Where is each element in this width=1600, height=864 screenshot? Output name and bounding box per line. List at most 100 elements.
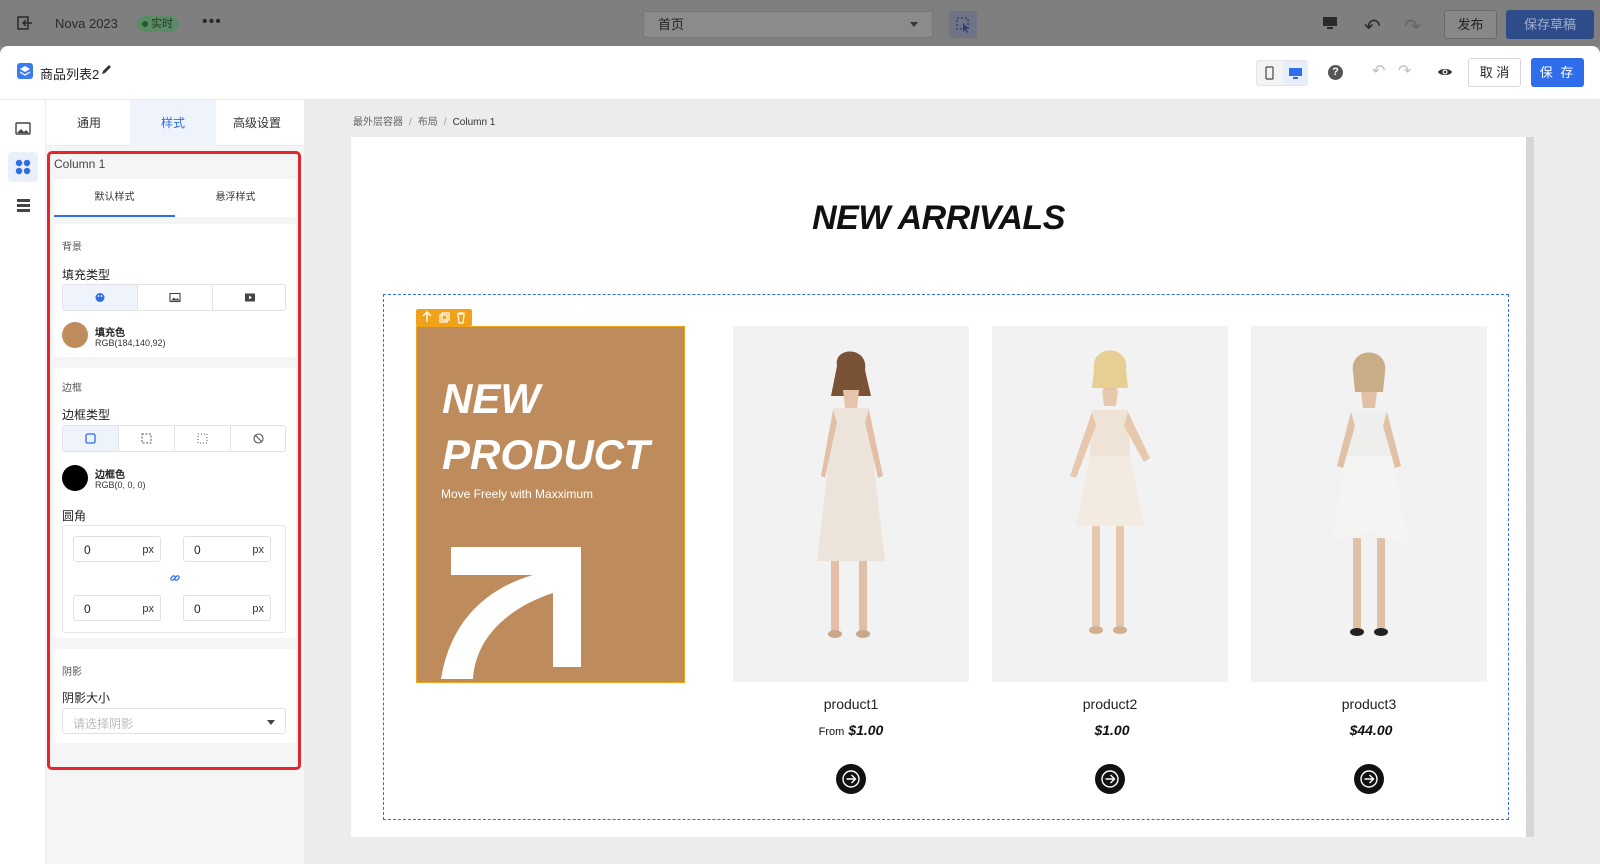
fill-image-option[interactable] <box>138 285 213 310</box>
arrow-right-icon <box>1101 770 1119 788</box>
tab-advanced[interactable]: 高级设置 <box>214 100 300 146</box>
component-title: 商品列表2 <box>40 67 100 82</box>
unit-label: px <box>142 603 154 615</box>
tab-general[interactable]: 通用 <box>46 100 132 146</box>
tab-default-style[interactable]: 默认样式 <box>54 179 175 217</box>
arrow-right-icon <box>842 770 860 788</box>
edit-title-icon[interactable] <box>100 62 114 76</box>
chevron-down-icon <box>267 720 275 725</box>
mobile-view-toggle[interactable] <box>1257 61 1282 85</box>
canvas-scrollbar[interactable] <box>1526 137 1534 837</box>
move-up-icon[interactable] <box>418 309 436 326</box>
live-status-badge: 实时 <box>137 16 179 32</box>
product-image <box>992 326 1228 682</box>
product-price: From $1.00 <box>733 722 969 738</box>
border-section: 边框 边框类型 边框色 RGB(0, 0, 0) 圆角 0 px 0 px 0 … <box>54 368 296 638</box>
rail-components[interactable] <box>8 152 38 182</box>
selected-element-name: Column 1 <box>54 157 106 171</box>
style-properties-panel: 通用 样式 高级设置 Column 1 默认样式 悬浮样式 背景 填充类型 填充… <box>46 100 304 864</box>
breadcrumb-current: Column 1 <box>452 117 496 128</box>
delete-icon[interactable] <box>452 309 470 326</box>
tab-hover-style[interactable]: 悬浮样式 <box>175 179 296 217</box>
left-tool-rail <box>0 100 46 864</box>
breadcrumb-item[interactable]: 最外层容器 <box>353 117 403 128</box>
fill-color-swatch[interactable] <box>62 322 88 348</box>
shadow-size-select[interactable]: 请选择阴影 <box>62 708 286 734</box>
border-section-title: 边框 <box>62 383 82 394</box>
component-editor-window: 商品列表2 ? ↶ ↷ 取 消 保 存 通用 样式 高级设置 Column 1 … <box>0 46 1600 864</box>
model-figure-image <box>1331 352 1409 636</box>
border-dashed-option[interactable] <box>119 426 175 451</box>
cursor-select-icon <box>956 17 969 33</box>
product-image <box>733 326 969 682</box>
fill-color-option[interactable] <box>63 285 138 310</box>
product-name: product1 <box>823 696 879 712</box>
device-toggle <box>1256 60 1308 86</box>
exit-icon[interactable] <box>17 16 33 30</box>
view-product-button[interactable] <box>836 764 866 794</box>
product-name: product2 <box>1082 696 1138 712</box>
save-button[interactable]: 保 存 <box>1531 58 1584 87</box>
no-border-icon <box>253 433 264 444</box>
border-color-swatch[interactable] <box>62 465 88 491</box>
breadcrumb-item[interactable]: 布局 <box>418 117 438 128</box>
save-draft-button[interactable]: 保存草稿 <box>1506 10 1594 39</box>
product-price: $44.00 <box>1251 722 1487 738</box>
desktop-icon <box>1289 68 1302 79</box>
view-product-button[interactable] <box>1354 764 1384 794</box>
view-product-button[interactable] <box>1095 764 1125 794</box>
list-layers-icon <box>15 199 30 212</box>
mobile-icon <box>1265 66 1274 80</box>
product-name: product3 <box>1341 696 1397 712</box>
duplicate-icon[interactable] <box>435 309 453 326</box>
product-image <box>1251 326 1487 682</box>
desktop-view-toggle[interactable] <box>1283 61 1308 85</box>
top-app-bar: Nova 2023 实时 ••• 首页 ↶ ↷ 发布 保存草稿 <box>0 0 1600 46</box>
radius-top-right-input[interactable]: 0 px <box>183 536 271 562</box>
radius-bottom-right-value: 0 <box>194 602 201 616</box>
rail-layers[interactable] <box>8 190 38 220</box>
radius-top-left-input[interactable]: 0 px <box>73 536 161 562</box>
components-icon <box>15 159 31 175</box>
rail-media[interactable] <box>8 114 38 144</box>
section-heading[interactable]: NEW ARRIVALS <box>351 199 1526 238</box>
arrow-up-right-icon <box>441 547 581 679</box>
image-icon <box>169 292 181 303</box>
radius-top-left-value: 0 <box>84 543 91 557</box>
preview-eye-icon[interactable] <box>1437 66 1453 78</box>
promo-banner-column[interactable]: NEW PRODUCT Move Freely with Maxximum <box>416 326 685 683</box>
border-dotted-option[interactable] <box>175 426 231 451</box>
banner-title-line2: PRODUCT <box>442 431 650 478</box>
layers-icon <box>17 63 33 79</box>
radius-top-right-value: 0 <box>194 543 201 557</box>
radius-bottom-right-input[interactable]: 0 px <box>183 595 271 621</box>
border-solid-option[interactable] <box>63 426 119 451</box>
cancel-button[interactable]: 取 消 <box>1468 58 1521 87</box>
undo-icon[interactable]: ↶ <box>1364 14 1381 39</box>
image-gallery-icon <box>15 122 31 135</box>
radius-bottom-left-value: 0 <box>84 602 91 616</box>
redo-icon[interactable]: ↷ <box>1404 14 1421 39</box>
radius-bottom-left-input[interactable]: 0 px <box>73 595 161 621</box>
desktop-preview-icon[interactable] <box>1322 16 1338 30</box>
design-canvas: 最外层容器 / 布局 / Column 1 NEW ARRIVALS NEW PRODU… <box>304 100 1600 864</box>
unit-label: px <box>142 544 154 556</box>
help-icon[interactable]: ? <box>1328 65 1343 80</box>
solid-border-icon <box>85 433 96 444</box>
border-none-option[interactable] <box>231 426 285 451</box>
more-menu-button[interactable]: ••• <box>202 13 222 31</box>
redo-icon[interactable]: ↷ <box>1398 61 1411 81</box>
element-toolbar <box>416 309 472 326</box>
price-prefix: From <box>818 726 845 738</box>
select-element-button[interactable] <box>949 11 977 38</box>
shadow-section: 阴影 阴影大小 请选择阴影 <box>54 649 296 743</box>
tab-style[interactable]: 样式 <box>130 100 216 146</box>
undo-icon[interactable]: ↶ <box>1372 61 1385 81</box>
panel-tabs: 通用 样式 高级设置 <box>46 100 304 146</box>
publish-button[interactable]: 发布 <box>1444 10 1497 39</box>
link-corners-icon[interactable] <box>169 572 181 584</box>
page-select[interactable]: 首页 <box>643 11 933 38</box>
dashed-border-icon <box>141 433 152 444</box>
fill-video-option[interactable] <box>213 285 285 310</box>
border-color-value: RGB(0, 0, 0) <box>95 480 146 490</box>
